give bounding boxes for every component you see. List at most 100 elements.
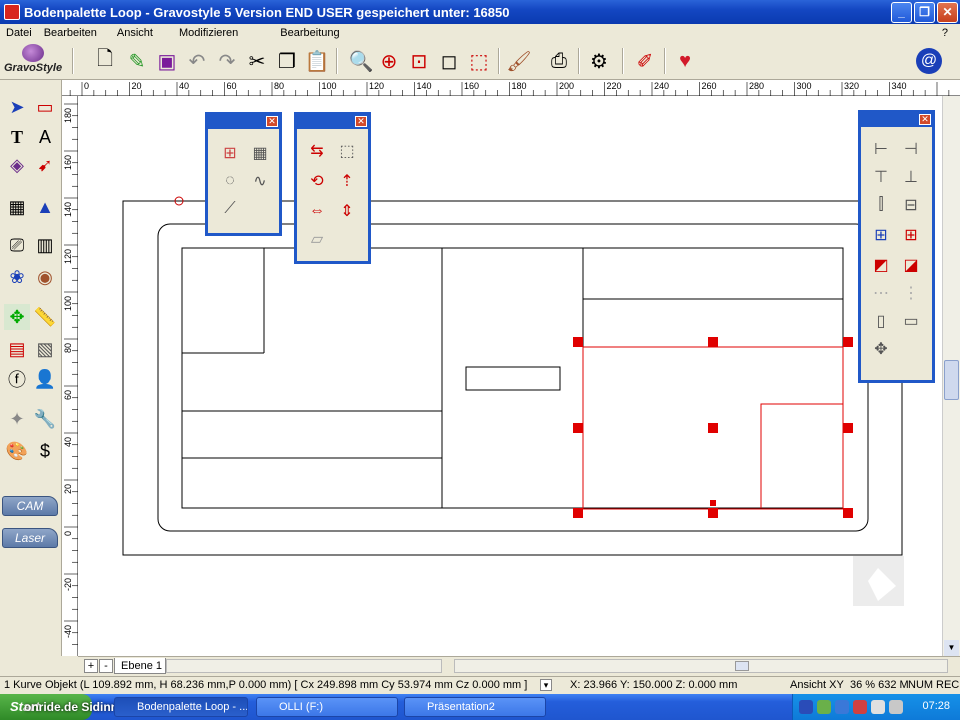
distribute-down-icon[interactable]: ◪ bbox=[899, 253, 923, 277]
align-center-vertical-icon[interactable]: ⫿ bbox=[869, 193, 893, 217]
remove-layer-button[interactable]: - bbox=[99, 659, 113, 673]
align-center-horizontal-icon[interactable]: ⊟ bbox=[899, 193, 923, 217]
node-edit-icon[interactable]: ➹ bbox=[32, 152, 58, 178]
handle-bottom-center[interactable] bbox=[708, 508, 718, 518]
close-button[interactable]: ✕ bbox=[937, 1, 958, 23]
same-height-icon[interactable]: ▯ bbox=[869, 309, 893, 333]
image-tool-icon[interactable]: ▦ bbox=[4, 194, 30, 220]
rectangle-tool-icon[interactable]: ▭ bbox=[32, 94, 58, 120]
scanner-icon[interactable]: ⎚ bbox=[4, 232, 30, 258]
move-tool-icon[interactable]: ✥ bbox=[4, 304, 30, 330]
move-all-icon[interactable]: ✥ bbox=[869, 337, 893, 361]
snap-toggle-icon[interactable]: ▾ bbox=[540, 679, 552, 691]
shapes-library-icon[interactable]: ▲ bbox=[32, 194, 58, 220]
mirror-icon[interactable]: ⇆ bbox=[305, 139, 329, 163]
handle-center[interactable] bbox=[708, 423, 718, 433]
zoom-in-icon[interactable]: ⊕ bbox=[374, 46, 404, 76]
zoom-icon[interactable]: 🔍 bbox=[346, 46, 376, 76]
text-attributes-icon[interactable]: A bbox=[32, 124, 58, 150]
horizontal-scroll-thumb[interactable] bbox=[735, 661, 749, 671]
palette-close-button[interactable]: ✕ bbox=[266, 116, 278, 127]
add-layer-button[interactable]: + bbox=[84, 659, 98, 673]
center-vertical-icon[interactable]: ⊞ bbox=[899, 223, 923, 247]
minimize-button[interactable]: _ bbox=[891, 1, 912, 23]
menu-help[interactable]: ? bbox=[936, 27, 954, 39]
center-horizontal-icon[interactable]: ⊞ bbox=[869, 223, 893, 247]
node-align-icon[interactable]: ⊞ bbox=[218, 141, 242, 165]
gravograph-icon[interactable]: @ bbox=[914, 46, 944, 76]
rotation-handle[interactable] bbox=[710, 500, 716, 506]
effects-icon[interactable]: ⓕ bbox=[4, 366, 30, 392]
engrave-output-icon[interactable]: ✐ bbox=[630, 46, 660, 76]
move-up-icon[interactable]: ⇡ bbox=[335, 169, 359, 193]
tray-network-icon[interactable] bbox=[799, 700, 813, 714]
heart-icon[interactable]: ♥ bbox=[670, 46, 700, 76]
taskbar-item-gravostyle[interactable]: Bodenpalette Loop - ... bbox=[114, 697, 248, 717]
selection-handles[interactable] bbox=[573, 337, 853, 518]
menu-ansicht[interactable]: Ansicht bbox=[111, 27, 159, 39]
skew-icon[interactable]: ▱ bbox=[305, 227, 329, 251]
handle-bottom-left[interactable] bbox=[573, 508, 583, 518]
grid-outline[interactable] bbox=[181, 247, 844, 509]
print-icon[interactable]: ⎙ bbox=[544, 46, 574, 76]
node-steps-icon[interactable]: ⟋ bbox=[218, 197, 242, 221]
tray-volume-icon[interactable] bbox=[871, 700, 885, 714]
palette-titlebar[interactable]: ✕ bbox=[297, 115, 368, 129]
scale-icon[interactable]: ⬚ bbox=[335, 139, 359, 163]
redo-icon[interactable]: ↷ bbox=[212, 46, 242, 76]
color-palette-icon[interactable]: 🎨 bbox=[4, 438, 30, 464]
handle-bottom-right[interactable] bbox=[843, 508, 853, 518]
tools-icon[interactable]: ✦ bbox=[4, 406, 30, 432]
node-grid-icon[interactable]: ▦ bbox=[248, 141, 272, 165]
eye-icon[interactable]: ◉ bbox=[32, 264, 58, 290]
node-circle-icon[interactable]: ◌ bbox=[218, 169, 242, 193]
laser-tab[interactable]: Laser bbox=[2, 528, 58, 548]
library-icon[interactable]: ▥ bbox=[32, 232, 58, 258]
menu-bearbeitung[interactable]: Bearbeitung bbox=[274, 27, 345, 39]
shape-tool-icon[interactable]: ◈ bbox=[4, 152, 30, 178]
vertical-scroll-thumb[interactable] bbox=[944, 360, 959, 400]
handle-middle-left[interactable] bbox=[573, 423, 583, 433]
engraving-machine-icon[interactable]: ⚙ bbox=[584, 46, 614, 76]
user-icon[interactable]: 👤 bbox=[32, 366, 58, 392]
text-tool-icon[interactable]: T bbox=[4, 124, 30, 150]
cost-icon[interactable]: $ bbox=[32, 438, 58, 464]
wrench-icon[interactable]: 🔧 bbox=[32, 406, 58, 432]
palette-titlebar[interactable]: ✕ bbox=[208, 115, 279, 129]
palette-close-button[interactable]: ✕ bbox=[355, 116, 367, 127]
copy-icon[interactable]: ❐ bbox=[272, 46, 302, 76]
node-curve-icon[interactable]: ∿ bbox=[248, 169, 272, 193]
space-vertical-icon[interactable]: ⋮ bbox=[899, 281, 923, 305]
open-file-icon[interactable]: ✎ bbox=[122, 46, 152, 76]
align-top-icon[interactable]: ⊤ bbox=[869, 165, 893, 189]
rotate-icon[interactable]: ⟲ bbox=[305, 169, 329, 193]
palette-close-button[interactable]: ✕ bbox=[919, 114, 931, 125]
space-horizontal-icon[interactable]: ⋯ bbox=[869, 281, 893, 305]
distribute-right-icon[interactable]: ◩ bbox=[869, 253, 893, 277]
horizontal-scrollbar[interactable] bbox=[454, 659, 948, 673]
scroll-down-icon[interactable]: ▼ bbox=[944, 640, 959, 656]
align-bottom-icon[interactable]: ⊥ bbox=[899, 165, 923, 189]
tray-shield-icon[interactable] bbox=[835, 700, 849, 714]
align-left-icon[interactable]: ⊢ bbox=[869, 137, 893, 161]
tray-device-icon[interactable] bbox=[889, 700, 903, 714]
brush-icon[interactable]: 🖌 bbox=[504, 46, 534, 76]
zoom-all-icon[interactable]: ⬚ bbox=[464, 46, 494, 76]
group-tool-icon[interactable]: ▧ bbox=[32, 336, 58, 362]
handle-middle-right[interactable] bbox=[843, 423, 853, 433]
tray-alert-icon[interactable] bbox=[853, 700, 867, 714]
menu-modifizieren[interactable]: Modifizieren bbox=[173, 27, 244, 39]
menu-bearbeiten[interactable]: Bearbeiten bbox=[38, 27, 103, 39]
maximize-button[interactable]: ❐ bbox=[914, 1, 935, 23]
new-file-icon[interactable]: 🗋 bbox=[90, 46, 120, 76]
cut-icon[interactable]: ✂ bbox=[242, 46, 272, 76]
zoom-selection-icon[interactable]: ⊡ bbox=[404, 46, 434, 76]
undo-icon[interactable]: ↶ bbox=[182, 46, 212, 76]
horizontal-scrollbar-left[interactable] bbox=[166, 659, 442, 673]
select-arrow-icon[interactable]: ➤ bbox=[4, 94, 30, 120]
stretch-horizontal-icon[interactable]: ⇔ bbox=[305, 199, 329, 223]
handle-top-right[interactable] bbox=[843, 337, 853, 347]
same-width-icon[interactable]: ▭ bbox=[899, 309, 923, 333]
align-right-icon[interactable]: ⊣ bbox=[899, 137, 923, 161]
measure-tool-icon[interactable]: 📏 bbox=[32, 304, 58, 330]
